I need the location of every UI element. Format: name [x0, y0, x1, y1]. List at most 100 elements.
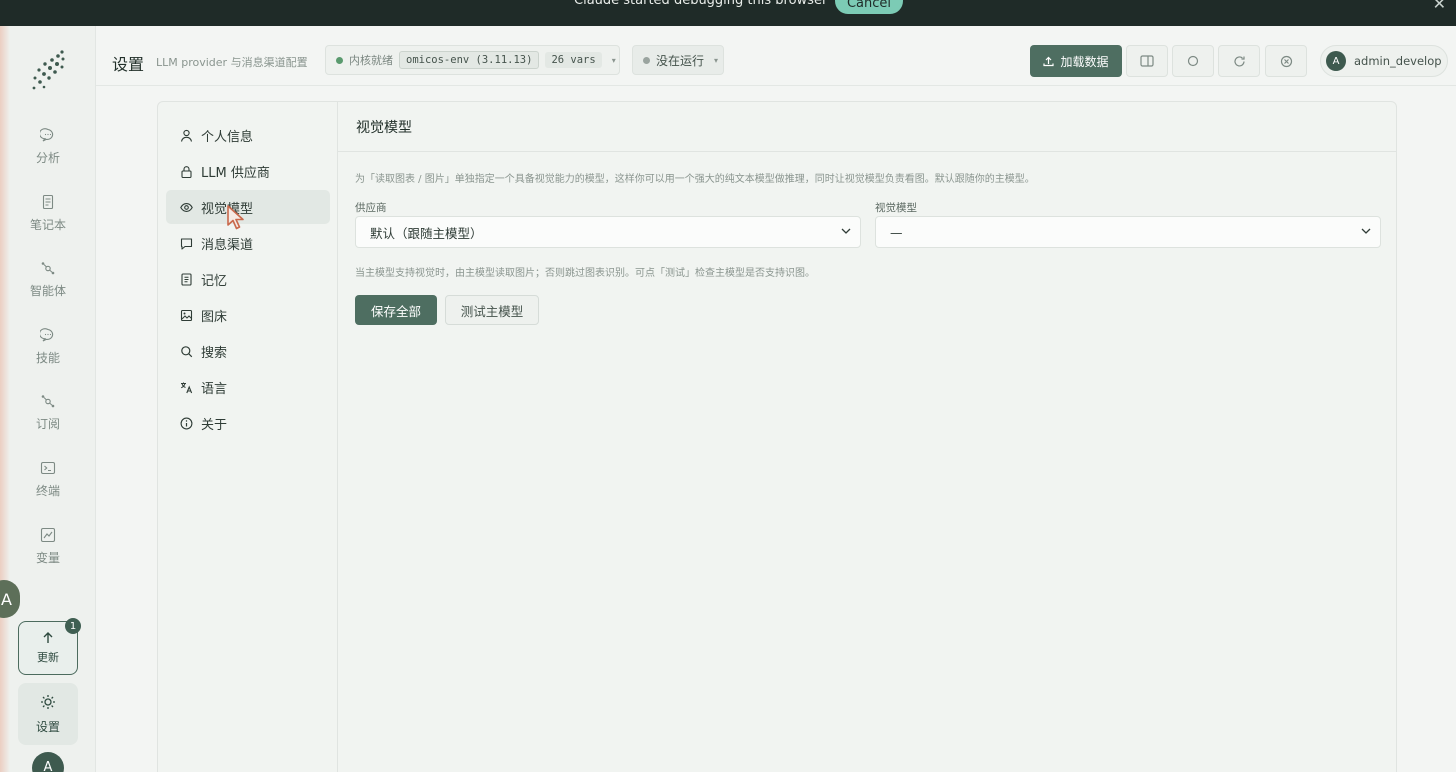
- split-view-button[interactable]: [1126, 45, 1168, 77]
- rail-item-label: 技能: [35, 350, 60, 365]
- settings-card: 个人信息 LLM 供应商视觉模型消息渠道记忆图床搜索语言关于 视觉模型 为「读取图…: [157, 101, 1397, 772]
- cancel-debug-button[interactable]: Cancel: [835, 0, 903, 14]
- chat-bubble-icon: [40, 127, 54, 141]
- vision-model-select-value: —: [890, 224, 903, 240]
- settings-nav-item-3[interactable]: 消息渠道: [166, 226, 330, 260]
- settings-nav-item-4[interactable]: 记忆: [166, 262, 330, 296]
- panel-hint: 当主模型支持视觉时，由主模型读取图片；否则跳过图表识别。可点「测试」检查主模型是…: [355, 268, 815, 279]
- message-icon: [180, 237, 193, 250]
- terminal-icon: [40, 461, 56, 474]
- kernel-vars-tag: 26 vars: [545, 52, 602, 68]
- kernel-env-tag: omicos-env (3.11.13): [399, 51, 540, 69]
- rail-glow: [0, 26, 10, 772]
- settings-nav-label: 搜索: [201, 345, 228, 361]
- skill-bubble-icon: [40, 327, 54, 341]
- load-data-button[interactable]: 加载数据: [1030, 45, 1122, 77]
- app-logo-icon[interactable]: [30, 48, 70, 92]
- page-subtitle: LLM provider 与消息渠道配置: [156, 56, 308, 69]
- save-all-button[interactable]: 保存全部: [355, 295, 437, 325]
- settings-nav-item-2[interactable]: 视觉模型: [166, 190, 330, 224]
- rail-item-6[interactable]: 变量: [18, 518, 78, 574]
- stop-button[interactable]: [1265, 45, 1307, 77]
- rail-item-3[interactable]: 技能: [18, 318, 78, 374]
- translate-icon: [180, 382, 193, 393]
- rail-item-label: 订阅: [35, 416, 60, 431]
- rail-item-4[interactable]: 订阅: [18, 384, 78, 440]
- vision-model-label: 视觉模型: [875, 202, 917, 214]
- vision-model-panel: 视觉模型 为「读取图表 / 图片」单独指定一个具备视觉能力的模型，这样你可以用一…: [338, 102, 1396, 772]
- page-title: 设置: [112, 55, 145, 74]
- settings-nav-item-6[interactable]: 搜索: [166, 334, 330, 368]
- update-badge: 1: [65, 618, 81, 634]
- user-avatar: A: [1326, 51, 1346, 71]
- rail-item-5[interactable]: 终端: [18, 451, 78, 507]
- image-icon: [180, 309, 193, 321]
- upload-icon: [1043, 56, 1055, 66]
- settings-nav-label: 语言: [201, 381, 228, 397]
- panel-description: 为「读取图表 / 图片」单独指定一个具备视觉能力的模型，这样你可以用一个强大的纯…: [355, 174, 1035, 185]
- user-icon: [180, 129, 193, 142]
- refresh-icon: [1233, 55, 1245, 67]
- settings-nav-item-7[interactable]: 语言: [166, 370, 330, 404]
- settings-nav-label: 记忆: [201, 273, 228, 289]
- kernel-status-pill[interactable]: 内核就绪 omicos-env (3.11.13) 26 vars ▾: [325, 45, 620, 75]
- split-panel-icon: [1140, 55, 1154, 67]
- settings-nav-label: 图床: [201, 309, 228, 325]
- arrow-up-icon: [43, 632, 53, 643]
- notebook-icon: [42, 194, 54, 209]
- user-name: admin_develop: [1354, 54, 1442, 68]
- user-menu[interactable]: A admin_develop: [1320, 45, 1448, 77]
- update-label: 更新: [37, 651, 59, 664]
- subscribe-nodes-icon: [41, 394, 55, 407]
- translate-float-glyph: A: [1, 589, 12, 609]
- chevron-down-icon: [1361, 228, 1371, 234]
- provider-select[interactable]: 默认（跟随主模型）: [355, 216, 861, 248]
- run-status-text: 没在运行: [656, 53, 705, 68]
- rail-item-settings[interactable]: 设置: [18, 683, 78, 745]
- lock-icon: [181, 165, 192, 178]
- provider-select-value: 默认（跟随主模型）: [370, 225, 483, 241]
- settings-nav-item-8[interactable]: 关于: [166, 406, 330, 440]
- search-icon: [181, 345, 193, 357]
- update-button[interactable]: 更新 1: [18, 618, 81, 675]
- rail-item-label: 终端: [35, 483, 60, 498]
- settings-nav-label: 个人信息: [201, 129, 254, 145]
- provider-label: 供应商: [355, 202, 387, 214]
- run-idle-dot: [643, 56, 650, 64]
- rail-item-label: 智能体: [29, 283, 66, 298]
- test-main-model-button[interactable]: 测试主模型: [445, 295, 539, 325]
- vision-model-select[interactable]: —: [875, 216, 1381, 248]
- status-circle-button[interactable]: [1172, 45, 1214, 77]
- info-icon: [180, 417, 193, 429]
- rail-item-2[interactable]: 智能体: [18, 251, 78, 307]
- debug-banner: Claude started debugging this browser Ca…: [0, 0, 1456, 26]
- refresh-button[interactable]: [1218, 45, 1260, 77]
- rail-item-label: 分析: [35, 150, 60, 165]
- kernel-caret-icon: ▾: [611, 55, 616, 65]
- mouse-cursor-icon: [227, 205, 244, 230]
- agent-nodes-icon: [41, 261, 55, 274]
- kernel-status-text: 内核就绪: [349, 54, 393, 67]
- settings-nav-item-5[interactable]: 图床: [166, 298, 330, 332]
- eye-icon: [180, 202, 193, 212]
- settings-nav-label: 消息渠道: [201, 237, 254, 253]
- top-header: 设置 LLM provider 与消息渠道配置 内核就绪 omicos-env …: [96, 36, 1456, 86]
- settings-label: 设置: [35, 719, 60, 734]
- settings-nav-item-1[interactable]: LLM 供应商: [166, 154, 330, 188]
- settings-nav-label: 关于: [201, 417, 228, 433]
- circle-icon: [1187, 55, 1199, 67]
- rail-item-label: 笔记本: [29, 217, 66, 232]
- rail-item-0[interactable]: 分析: [18, 118, 78, 174]
- debug-banner-message: Claude started debugging this browser: [574, 0, 828, 8]
- rail-item-1[interactable]: 笔记本: [18, 185, 78, 241]
- memory-icon: [181, 272, 192, 286]
- sun-gear-icon: [41, 694, 55, 709]
- kernel-ready-dot: [336, 56, 343, 64]
- close-icon[interactable]: ✕: [1433, 0, 1446, 13]
- settings-nav-item-0[interactable]: 个人信息: [166, 118, 330, 152]
- chevron-down-icon: [841, 228, 851, 234]
- rail-item-label: 变量: [35, 550, 60, 565]
- settings-nav-label: LLM 供应商: [201, 165, 270, 181]
- variable-chart-icon: [40, 527, 56, 542]
- run-status-pill[interactable]: 没在运行 ▾: [632, 45, 724, 75]
